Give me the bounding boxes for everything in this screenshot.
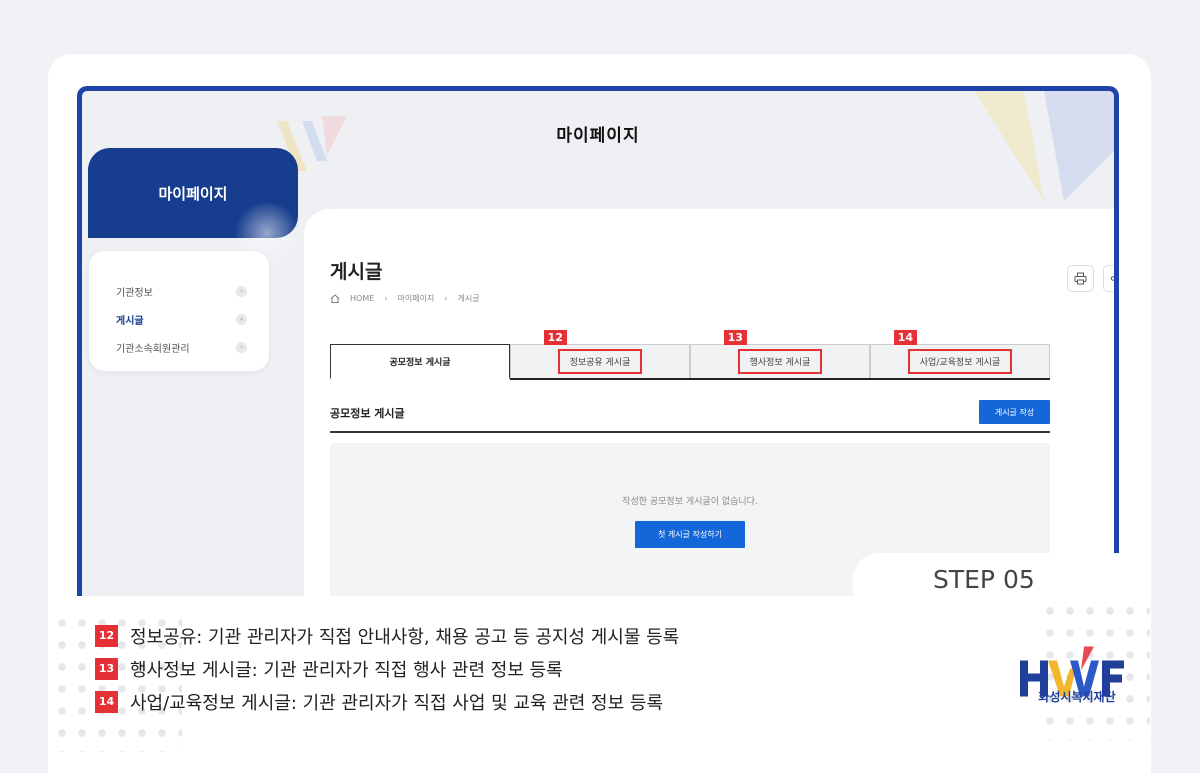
browser-frame: 마이페이지 마이페이지 기관정보 › 게시글 › 기관소속회원관리 › 게시글 … (77, 86, 1119, 596)
chevron-right-icon: › (384, 294, 388, 303)
tab-event-posts[interactable]: 13 행사정보 게시글 (690, 330, 870, 378)
tab-label: 사업/교육정보 게시글 (919, 358, 1001, 368)
breadcrumb-home[interactable]: HOME (350, 294, 374, 303)
step-notes: 12 정보공유: 기관 관리자가 직접 안내사항, 채용 공고 등 공지성 게시… (95, 619, 679, 718)
tab-label: 행사정보 게시글 (749, 358, 811, 368)
logo-name: 화성시복지재단 (1038, 690, 1116, 704)
note-item: 14 사업/교육정보 게시글: 기관 관리자가 직접 사업 및 교육 관련 정보… (95, 685, 679, 718)
empty-message: 작성한 공모정보 게시글이 없습니다. (622, 497, 758, 507)
write-post-button[interactable]: 게시글 작성 (979, 400, 1050, 424)
highlight-box: 12 정보공유 게시글 (543, 330, 643, 374)
chevron-right-icon: › (236, 285, 247, 297)
section-divider (330, 431, 1050, 433)
first-post-button[interactable]: 첫 게시글 작성하기 (635, 521, 745, 548)
highlight-box: 13 행사정보 게시글 (723, 330, 823, 374)
print-icon (1074, 272, 1087, 285)
tab-info-share-posts[interactable]: 12 정보공유 게시글 (510, 330, 690, 378)
note-item: 13 행사정보 게시글: 기관 관리자가 직접 행사 관련 정보 등록 (95, 652, 679, 685)
step-marker: 13 (723, 330, 747, 345)
post-type-tabs: 공모정보 게시글 12 정보공유 게시글 13 행사정보 게시글 14 사업/교… (330, 330, 1050, 380)
sidebar-menu: 기관정보 › 게시글 › 기관소속회원관리 › (89, 251, 269, 371)
tab-label: 정보공유 게시글 (569, 358, 631, 368)
step-label: STEP 05 (853, 553, 1119, 598)
sidebar-item-members[interactable]: 기관소속회원관리 › (89, 333, 269, 361)
note-number: 12 (95, 624, 118, 647)
site-title: 마이페이지 (556, 126, 640, 146)
sidebar-heading-label: 마이페이지 (158, 184, 228, 203)
main-content: 게시글 HOME › 마이페이지 › 게시글 공모정보 게시글 12 정보공유 … (304, 209, 1114, 596)
page-title: 게시글 (330, 261, 383, 283)
sidebar-item-posts[interactable]: 게시글 › (89, 305, 269, 333)
section-title: 공모정보 게시글 (330, 407, 405, 420)
share-icon (1110, 276, 1114, 281)
home-icon[interactable] (330, 294, 340, 303)
sidebar-item-label: 기관정보 (116, 287, 153, 299)
step-marker: 14 (893, 330, 918, 345)
share-button[interactable] (1103, 265, 1114, 292)
tab-recruitment-posts[interactable]: 공모정보 게시글 (330, 344, 510, 380)
tab-label: 공모정보 게시글 (389, 357, 451, 368)
tab-business-education-posts[interactable]: 14 사업/교육정보 게시글 (870, 330, 1050, 378)
chevron-right-icon: › (236, 341, 247, 353)
breadcrumb: HOME › 마이페이지 › 게시글 (330, 293, 480, 304)
note-item: 12 정보공유: 기관 관리자가 직접 안내사항, 채용 공고 등 공지성 게시… (95, 619, 679, 652)
step-marker: 12 (543, 330, 567, 345)
note-number: 13 (95, 657, 118, 680)
note-text: 행사정보 게시글: 기관 관리자가 직접 행사 관련 정보 등록 (130, 659, 563, 681)
breadcrumb-mypage[interactable]: 마이페이지 (397, 293, 434, 304)
chevron-right-icon: › (236, 313, 247, 325)
note-number: 14 (95, 690, 118, 713)
breadcrumb-current: 게시글 (457, 294, 480, 303)
chevron-right-icon: › (444, 294, 448, 303)
note-text: 정보공유: 기관 관리자가 직접 안내사항, 채용 공고 등 공지성 게시물 등… (130, 626, 680, 648)
sidebar-item-label: 기관소속회원관리 (116, 343, 190, 355)
note-text: 사업/교육정보 게시글: 기관 관리자가 직접 사업 및 교육 관련 정보 등록 (130, 692, 664, 714)
sidebar-item-org-info[interactable]: 기관정보 › (89, 277, 269, 305)
watermark-shape-icon (974, 91, 1114, 201)
highlight-box: 14 사업/교육정보 게시글 (893, 330, 1013, 374)
print-button[interactable] (1067, 265, 1094, 292)
sidebar-item-label: 게시글 (116, 315, 144, 327)
